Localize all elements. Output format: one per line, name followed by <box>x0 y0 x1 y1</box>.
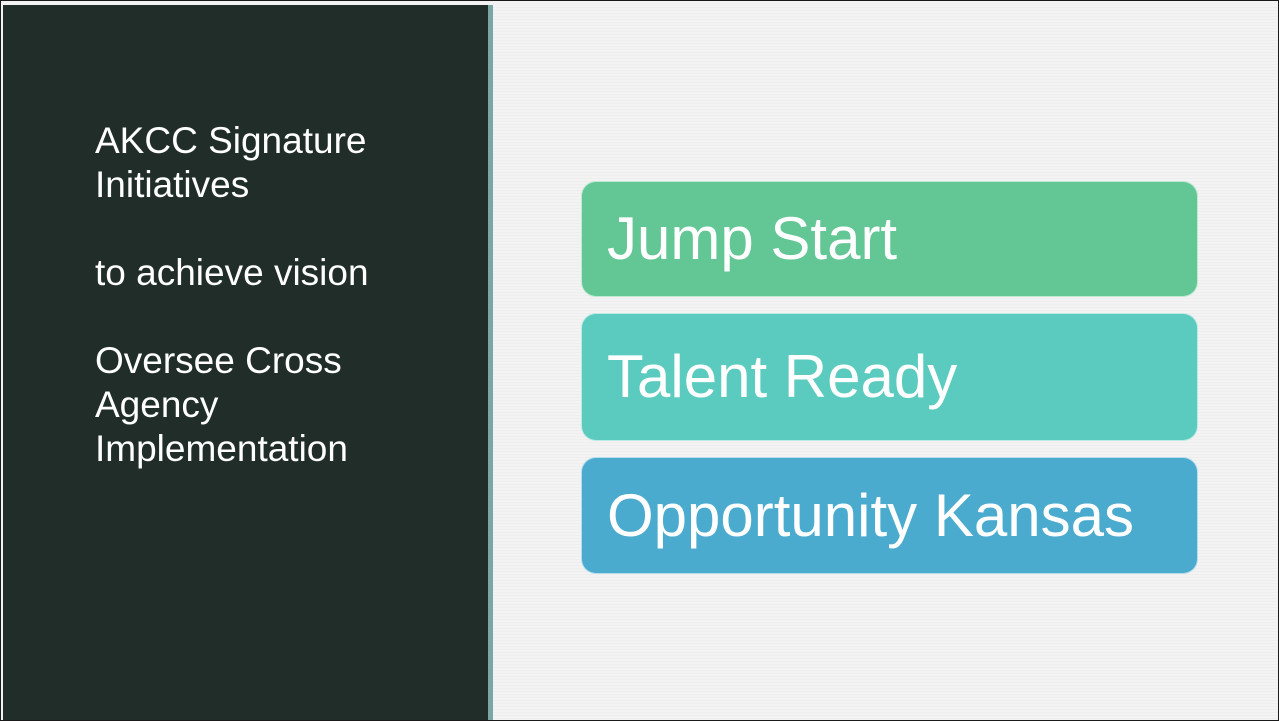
initiative-label: Jump Start <box>607 205 898 272</box>
slide-title: AKCC Signature Initiatives <box>95 120 367 205</box>
subtitle-vision: to achieve vision <box>95 252 369 293</box>
slide: AKCC Signature Initiatives to achieve vi… <box>0 0 1279 721</box>
subtitle-oversee: Oversee Cross Agency Implementation <box>95 340 348 469</box>
initiative-box-talent-ready: Talent Ready <box>581 313 1198 441</box>
initiative-label: Opportunity Kansas <box>607 481 1134 549</box>
initiative-label: Talent Ready <box>607 343 958 410</box>
initiative-box-opportunity-kansas: Opportunity Kansas <box>581 457 1198 574</box>
initiative-box-jump-start: Jump Start <box>581 181 1198 297</box>
